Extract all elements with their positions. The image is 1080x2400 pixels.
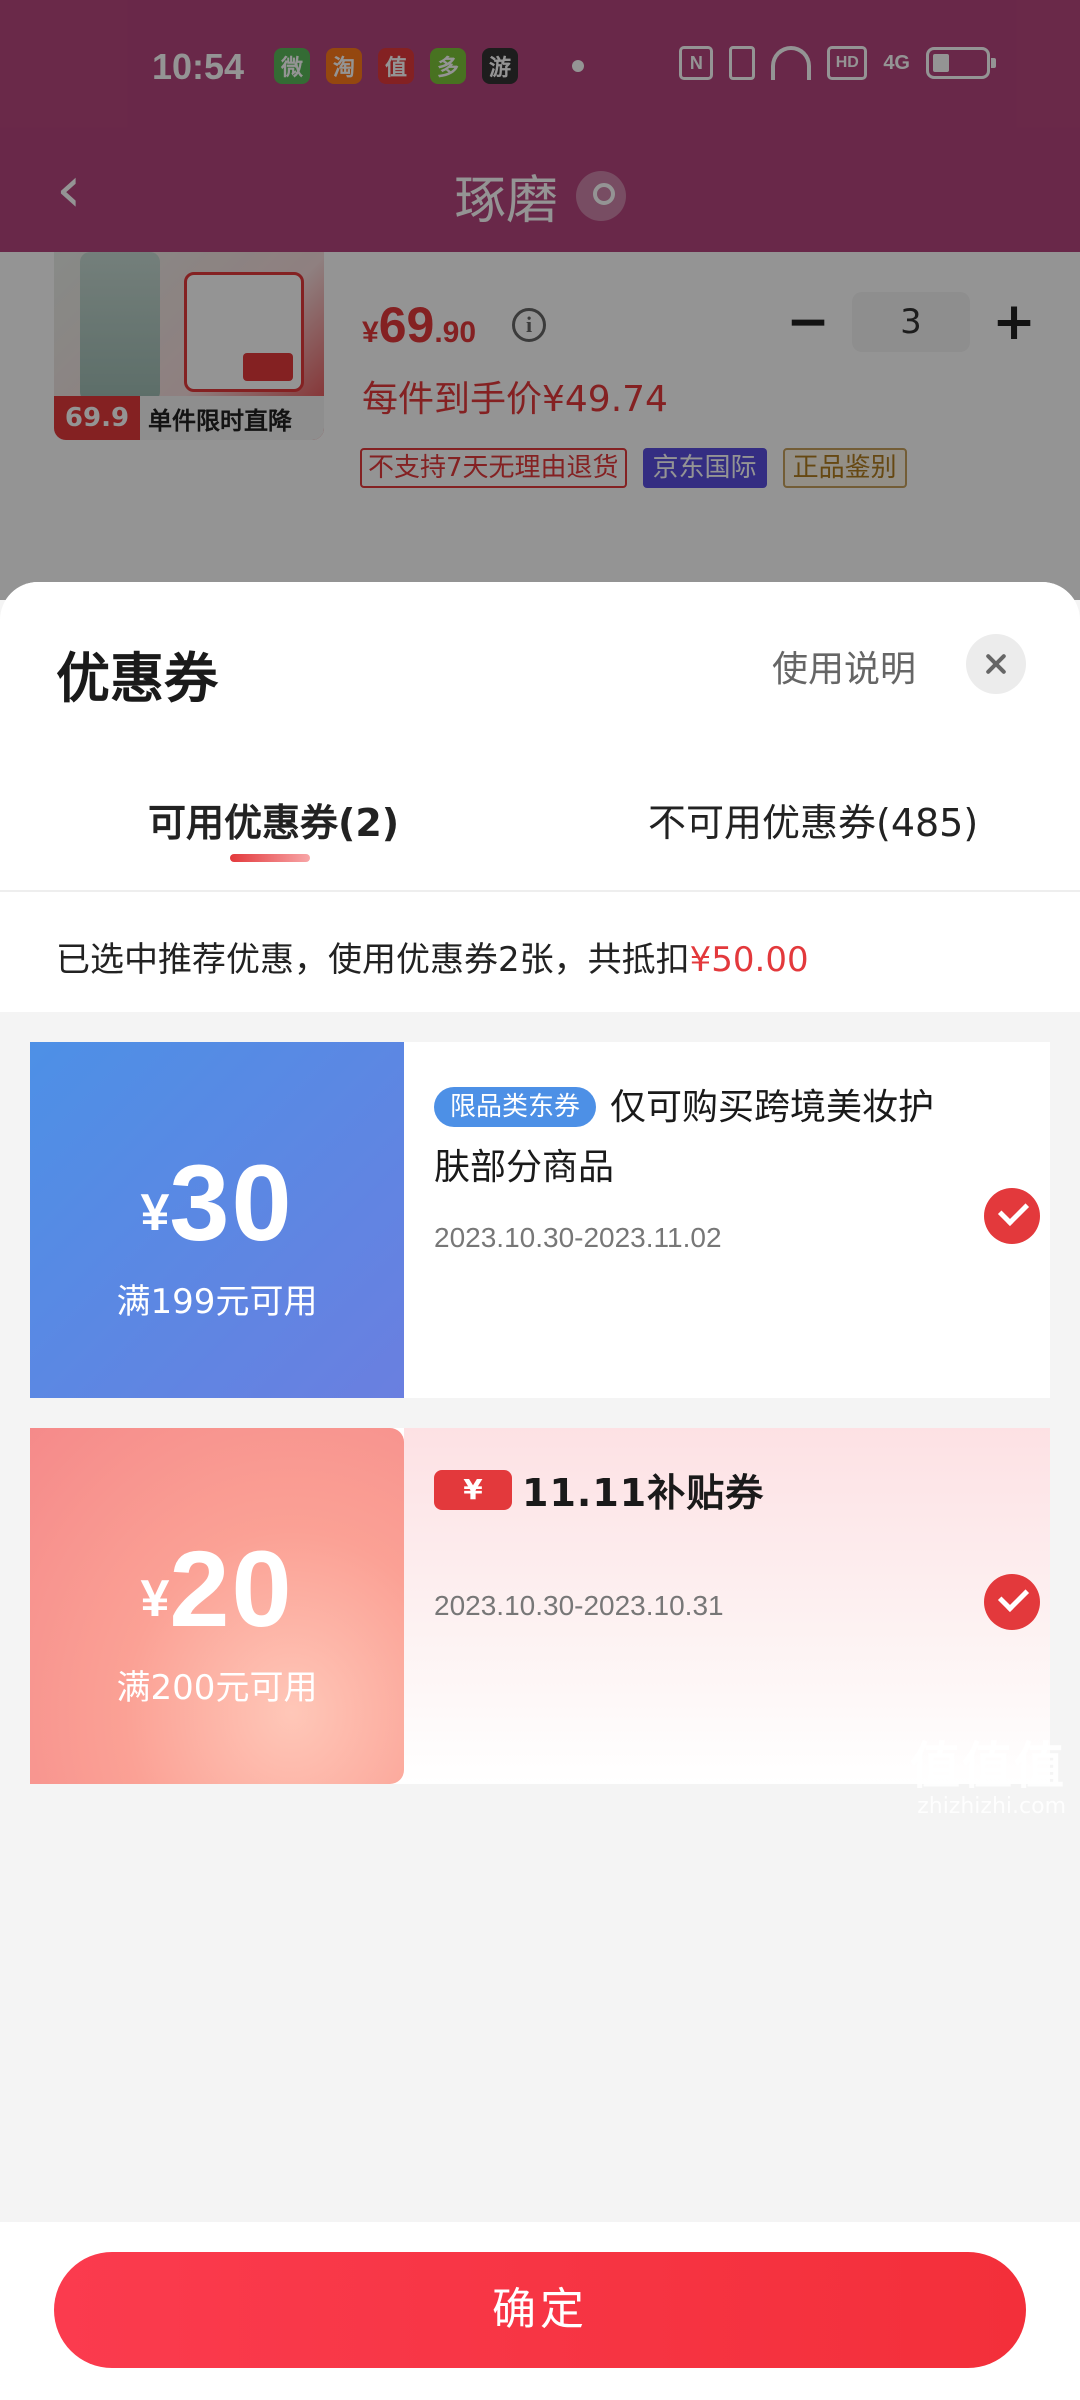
coupon-currency: ¥	[140, 1570, 170, 1628]
subsidy-coupon-logo: ¥ 11.11补贴券	[434, 1462, 764, 1517]
coupon-amount-value: 30	[169, 1142, 294, 1263]
coupon-value-panel: ¥20 满200元可用	[30, 1428, 404, 1784]
check-icon[interactable]	[984, 1574, 1040, 1630]
usage-instructions-link[interactable]: 使用说明	[772, 640, 916, 692]
watermark-logo: 值值值 zhizhizhi.com	[910, 1726, 1066, 1819]
coupon-sheet-header: 优惠券 使用说明 可用优惠券(2) 不可用优惠券(485) 已选中推荐优惠，使用…	[0, 582, 1080, 1012]
coupon-value-panel: ¥30 满199元可用	[30, 1042, 404, 1398]
coupon-amount-value: 20	[169, 1528, 294, 1649]
coupon-currency: ¥	[140, 1184, 170, 1242]
coupon-threshold: 满199元可用	[116, 1282, 318, 1322]
coupon-details: 限品类东券 仅可购买跨境美妆护肤部分商品 2023.10.30-2023.11.0…	[404, 1042, 1050, 1398]
close-icon[interactable]	[966, 634, 1026, 694]
coupon-card[interactable]: ¥30 满199元可用 限品类东券 仅可购买跨境美妆护肤部分商品 2023.10.…	[30, 1042, 1050, 1398]
tab-available-coupons[interactable]: 可用优惠券(2)	[148, 792, 399, 847]
watermark-url: zhizhizhi.com	[917, 1794, 1066, 1819]
yen-icon: ¥	[434, 1469, 512, 1510]
background-page: 10:54 微 淘 值 多 游 N HD 4G ‹ 琢磨 69.9 单件限时直降…	[0, 0, 1080, 600]
coupon-amount: ¥20	[30, 1526, 404, 1651]
watermark-text: 值值值	[910, 1737, 1066, 1795]
coupon-card[interactable]: ¥20 满200元可用 ¥ 11.11补贴券 2023.10.30-2023.1…	[30, 1428, 1050, 1784]
tab-unavailable-coupons[interactable]: 不可用优惠券(485)	[648, 792, 978, 847]
subsidy-coupon-title: 11.11补贴券	[522, 1471, 765, 1515]
tabs-divider	[0, 890, 1080, 892]
coupon-date-range: 2023.10.30-2023.11.02	[434, 1222, 722, 1253]
dim-overlay[interactable]	[0, 0, 1080, 600]
confirm-bar: 确定	[0, 2222, 1080, 2400]
active-tab-indicator	[230, 854, 310, 862]
confirm-button[interactable]: 确定	[54, 2252, 1026, 2368]
coupon-date-range: 2023.10.30-2023.10.31	[434, 1590, 724, 1621]
coupon-type-badge: 限品类东券	[434, 1087, 597, 1127]
sheet-title: 优惠券	[56, 647, 218, 710]
coupon-threshold: 满200元可用	[116, 1668, 318, 1708]
coupon-amount: ¥30	[30, 1140, 404, 1265]
summary-amount: ¥50.00	[689, 940, 809, 980]
check-icon[interactable]	[984, 1188, 1040, 1244]
summary-text: 已选中推荐优惠，使用优惠券2张，共抵扣	[56, 940, 690, 980]
selection-summary: 已选中推荐优惠，使用优惠券2张，共抵扣¥50.00	[56, 932, 809, 981]
coupon-description-block: 限品类东券 仅可购买跨境美妆护肤部分商品	[434, 1078, 964, 1198]
coupon-sheet: 优惠券 使用说明 可用优惠券(2) 不可用优惠券(485) 已选中推荐优惠，使用…	[0, 582, 1080, 2400]
